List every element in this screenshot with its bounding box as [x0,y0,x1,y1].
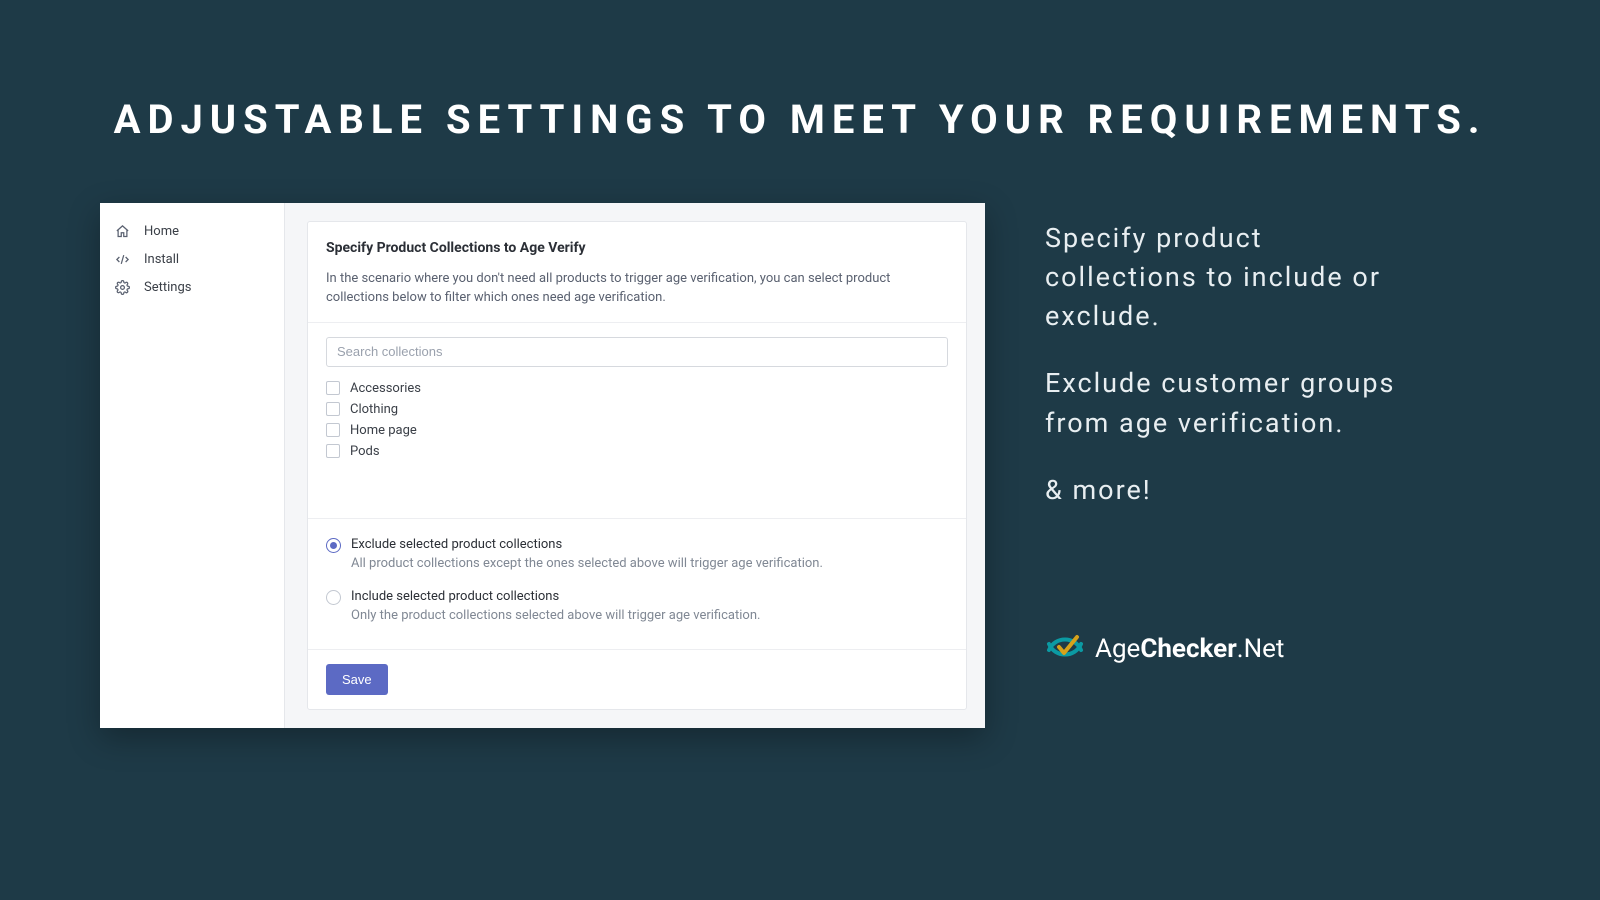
radio-label: Exclude selected product collections [351,537,823,552]
stage: Home Install Settings Specify Product Co… [0,143,1600,728]
home-icon [114,223,130,239]
radio-option-exclude[interactable]: Exclude selected product collections All… [326,537,948,571]
card-description: In the scenario where you don't need all… [326,270,948,308]
sidebar-item-settings[interactable]: Settings [100,273,284,301]
collection-row[interactable]: Home page [326,423,948,438]
collection-label: Accessories [350,381,421,396]
card-title: Specify Product Collections to Age Verif… [326,240,948,256]
collection-row[interactable]: Accessories [326,381,948,396]
card-footer: Save [308,649,966,709]
gear-icon [114,279,130,295]
sidebar-item-label: Home [144,224,179,239]
collection-row[interactable]: Pods [326,444,948,459]
sidebar-item-label: Settings [144,280,191,295]
radio-label: Include selected product collections [351,589,760,604]
collection-row[interactable]: Clothing [326,402,948,417]
save-button[interactable]: Save [326,664,388,695]
promo-column: Specify product collections to include o… [1045,203,1415,668]
sidebar-item-home[interactable]: Home [100,217,284,245]
settings-card: Specify Product Collections to Age Verif… [307,221,967,710]
code-icon [114,251,130,267]
card-header: Specify Product Collections to Age Verif… [308,222,966,322]
checkbox[interactable] [326,402,340,416]
hero-title: ADJUSTABLE SETTINGS TO MEET YOUR REQUIRE… [0,0,1600,143]
main-panel: Specify Product Collections to Age Verif… [285,203,985,728]
sidebar-item-install[interactable]: Install [100,245,284,273]
collection-label: Home page [350,423,417,438]
promo-line: Exclude customer groups from age verific… [1045,364,1415,442]
radio-option-include[interactable]: Include selected product collections Onl… [326,589,948,623]
radio-button[interactable] [326,590,341,605]
radio-help-text: Only the product collections selected ab… [351,608,760,623]
search-collections-input[interactable] [326,337,948,367]
checkbox[interactable] [326,381,340,395]
sidebar-item-label: Install [144,252,179,267]
app-window: Home Install Settings Specify Product Co… [100,203,985,728]
checkbox[interactable] [326,444,340,458]
brand-text: AgeChecker.Net [1095,634,1284,664]
collection-label: Pods [350,444,380,459]
radio-section: Exclude selected product collections All… [308,518,966,649]
checkbox[interactable] [326,423,340,437]
card-body: Accessories Clothing Home page Pods [308,322,966,518]
collection-label: Clothing [350,402,398,417]
radio-button[interactable] [326,538,341,553]
brand-logo: AgeChecker.Net [1045,630,1415,668]
promo-line: & more! [1045,471,1415,510]
radio-help-text: All product collections except the ones … [351,556,823,571]
promo-line: Specify product collections to include o… [1045,219,1415,336]
sidebar: Home Install Settings [100,203,285,728]
brand-mark-icon [1045,630,1085,668]
